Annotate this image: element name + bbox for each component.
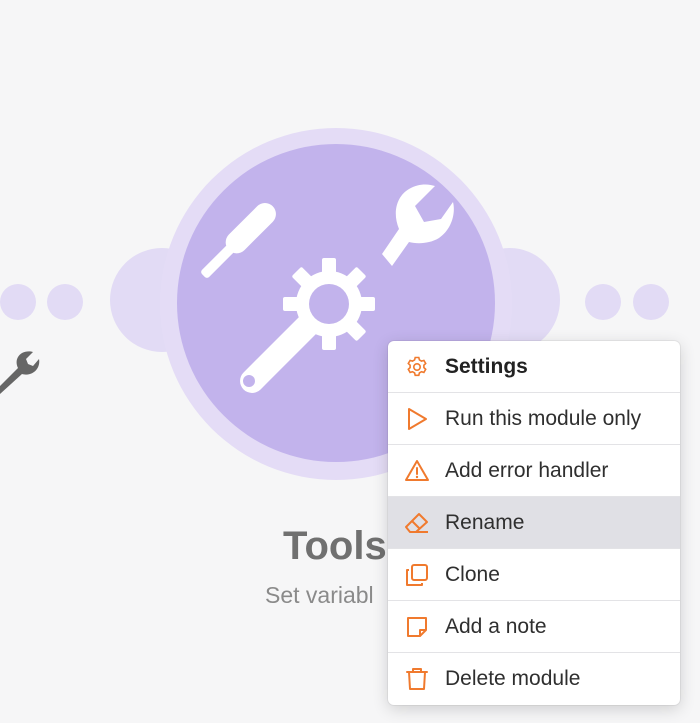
play-icon [408, 408, 427, 430]
module-title: Tools [283, 524, 387, 568]
menu-item-label: Delete module [445, 667, 581, 690]
wrench-icon [0, 351, 40, 394]
module-subtitle: Set variabl [265, 582, 374, 608]
menu-item-label: Add a note [445, 615, 547, 638]
warning-icon [405, 460, 429, 481]
menu-item-label: Run this module only [445, 407, 642, 430]
connector-dot-right-2 [633, 284, 669, 320]
trash-icon [406, 668, 428, 690]
connector-dot-left-1 [0, 284, 36, 320]
eraser-icon [405, 513, 428, 533]
clone-icon [406, 564, 428, 586]
connector-dot-left-2 [47, 284, 83, 320]
scenario-canvas[interactable]: Tools Set variabl Settings Run this modu… [0, 0, 700, 723]
menu-item-delete-module[interactable]: Delete module [388, 653, 680, 704]
menu-item-add-a-note[interactable]: Add a note [388, 601, 680, 653]
module-context-menu: Settings Run this module only Add error … [388, 341, 680, 705]
menu-item-add-error-handler[interactable]: Add error handler [388, 445, 680, 497]
menu-item-settings[interactable]: Settings [388, 341, 680, 393]
menu-item-label: Settings [445, 355, 528, 378]
menu-item-rename[interactable]: Rename [388, 497, 680, 549]
menu-item-run-this-module-only[interactable]: Run this module only [388, 393, 680, 445]
menu-item-label: Clone [445, 563, 500, 586]
gear-icon [407, 356, 427, 377]
menu-item-clone[interactable]: Clone [388, 549, 680, 601]
connector-dot-right-1 [585, 284, 621, 320]
menu-item-label: Add error handler [445, 459, 609, 482]
note-icon [407, 617, 427, 637]
menu-item-label: Rename [445, 511, 525, 534]
